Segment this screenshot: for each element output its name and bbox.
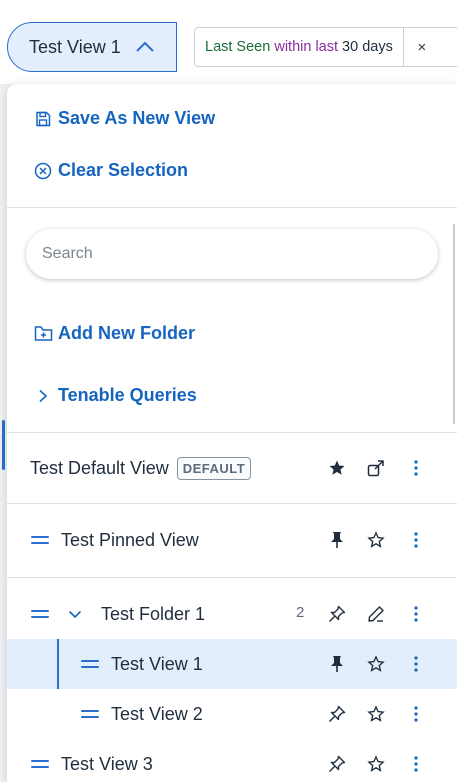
more-options-icon[interactable] <box>406 704 426 724</box>
filter-value: 30 days <box>342 39 393 55</box>
drag-handle-icon[interactable] <box>81 660 99 668</box>
star-outline-icon[interactable] <box>366 530 386 550</box>
views-dropdown-panel: Save As New View Clear Selection Add New… <box>7 84 457 782</box>
tenable-queries-toggle[interactable]: Tenable Queries <box>33 385 197 406</box>
default-badge: DEFAULT <box>176 456 252 480</box>
add-new-folder-button[interactable]: Add New Folder <box>33 323 195 344</box>
remove-filter-button[interactable]: × <box>402 28 440 66</box>
view-row-view-3[interactable]: Test View 3 <box>7 739 457 782</box>
drag-handle-icon[interactable] <box>31 536 49 544</box>
selected-indicator <box>57 639 59 689</box>
view-row-default[interactable]: Test Default View DEFAULT <box>7 433 457 503</box>
save-icon <box>33 109 53 129</box>
clear-selection-label: Clear Selection <box>58 160 189 180</box>
filter-key: Last Seen <box>205 39 271 55</box>
divider <box>7 207 457 208</box>
folder-row[interactable]: Test Folder 1 2 <box>7 589 457 639</box>
view-row-folder-view-2[interactable]: Test View 2 <box>7 689 457 739</box>
add-new-folder-label: Add New Folder <box>58 323 196 343</box>
edit-pencil-icon[interactable] <box>366 604 386 624</box>
chevron-down-icon[interactable] <box>65 604 85 624</box>
view-label: Test View 2 <box>111 703 203 724</box>
pin-outline-icon[interactable] <box>327 754 347 774</box>
view-label: Test Default View <box>30 457 169 478</box>
divider <box>7 577 457 578</box>
star-outline-icon[interactable] <box>366 754 386 774</box>
save-as-new-view-button[interactable]: Save As New View <box>33 108 215 129</box>
view-selector-label: Test View 1 <box>29 36 121 57</box>
top-bar: Test View 1 Last Seen within last 30 day… <box>0 0 457 84</box>
more-options-icon[interactable] <box>406 754 426 774</box>
more-options-icon[interactable] <box>406 604 426 624</box>
view-label: Test View 3 <box>61 753 153 774</box>
folder-plus-icon <box>33 324 53 344</box>
star-filled-icon[interactable] <box>327 458 347 478</box>
share-icon[interactable] <box>366 458 386 478</box>
folder-label: Test Folder 1 <box>101 603 206 624</box>
view-row-folder-view-1[interactable]: Test View 1 <box>7 639 457 689</box>
drag-handle-icon[interactable] <box>81 710 99 718</box>
drag-handle-icon[interactable] <box>31 610 49 618</box>
chevron-right-icon <box>33 386 53 406</box>
more-options-icon[interactable] <box>406 458 426 478</box>
pin-filled-icon[interactable] <box>327 530 347 550</box>
left-accent-bar <box>2 420 5 470</box>
search-input[interactable] <box>26 229 438 279</box>
view-row-pinned[interactable]: Test Pinned View <box>7 504 457 577</box>
star-outline-icon[interactable] <box>366 654 386 674</box>
filter-operator: within last <box>274 39 339 55</box>
more-options-icon[interactable] <box>406 530 426 550</box>
clear-circle-icon <box>33 161 53 181</box>
view-label: Test View 1 <box>111 653 203 674</box>
view-selector-button[interactable]: Test View 1 <box>7 22 177 72</box>
clear-selection-button[interactable]: Clear Selection <box>33 160 188 181</box>
view-label: Test Pinned View <box>61 530 199 550</box>
filter-text: Last Seen within last 30 days <box>195 39 403 55</box>
pin-outline-icon[interactable] <box>327 704 347 724</box>
tenable-queries-label: Tenable Queries <box>58 385 197 405</box>
pin-outline-icon[interactable] <box>327 604 347 624</box>
drag-handle-icon[interactable] <box>31 760 49 768</box>
more-options-icon[interactable] <box>406 654 426 674</box>
pin-filled-icon[interactable] <box>327 654 347 674</box>
filter-chip[interactable]: Last Seen within last 30 days × <box>194 27 457 67</box>
scrollbar[interactable] <box>453 224 455 424</box>
folder-count: 2 <box>296 604 305 621</box>
star-outline-icon[interactable] <box>366 704 386 724</box>
chevron-up-icon <box>135 41 155 53</box>
save-as-new-view-label: Save As New View <box>58 108 216 128</box>
